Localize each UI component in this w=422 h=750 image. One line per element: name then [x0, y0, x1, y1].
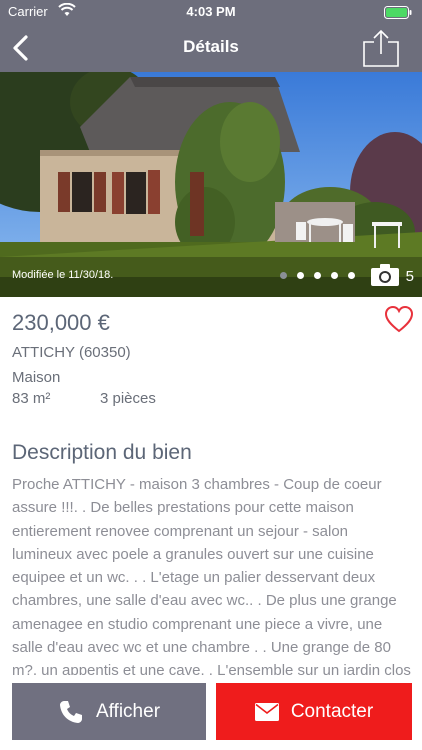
property-rooms: 3 pièces — [100, 390, 156, 407]
description-text: Proche ATTICHY - maison 3 chambres - Cou… — [12, 476, 411, 675]
status-time: 4:03 PM — [186, 4, 236, 19]
page-dot[interactable] — [297, 272, 304, 279]
page-dot[interactable] — [280, 272, 287, 279]
photo-page-indicator[interactable] — [280, 272, 355, 279]
navigation-bar: Détails — [0, 24, 422, 72]
afficher-label: Afficher — [95, 700, 161, 722]
modified-date-label: Modifiée le 11/30/18. — [12, 269, 114, 281]
page-dot[interactable] — [314, 272, 321, 279]
property-type: Maison — [12, 369, 61, 386]
afficher-button[interactable]: Afficher — [12, 683, 206, 740]
heart-icon[interactable] — [384, 305, 414, 333]
envelope-icon — [254, 702, 279, 721]
status-bar: Carrier 4:03 PM — [0, 0, 422, 24]
top-bar: Carrier 4:03 PM Détails — [0, 0, 422, 72]
share-icon[interactable] — [362, 28, 400, 68]
camera-icon — [371, 264, 399, 286]
listing-price: 230,000 € — [12, 310, 110, 335]
property-area: 83 m² — [12, 390, 51, 407]
photo-count: 5 — [405, 268, 414, 285]
page-dot[interactable] — [348, 272, 355, 279]
contacter-button[interactable]: Contacter — [216, 683, 412, 740]
property-photo[interactable]: Modifiée le 11/30/18. 5 — [0, 72, 422, 297]
page-title: Détails — [183, 37, 239, 56]
phone-icon — [59, 700, 82, 723]
page-dot[interactable] — [331, 272, 338, 279]
battery-icon — [384, 6, 412, 19]
contacter-label: Contacter — [290, 700, 374, 722]
house-image — [0, 72, 422, 297]
description-title: Description du bien — [12, 441, 192, 464]
listing-city: ATTICHY (60350) — [12, 344, 131, 361]
